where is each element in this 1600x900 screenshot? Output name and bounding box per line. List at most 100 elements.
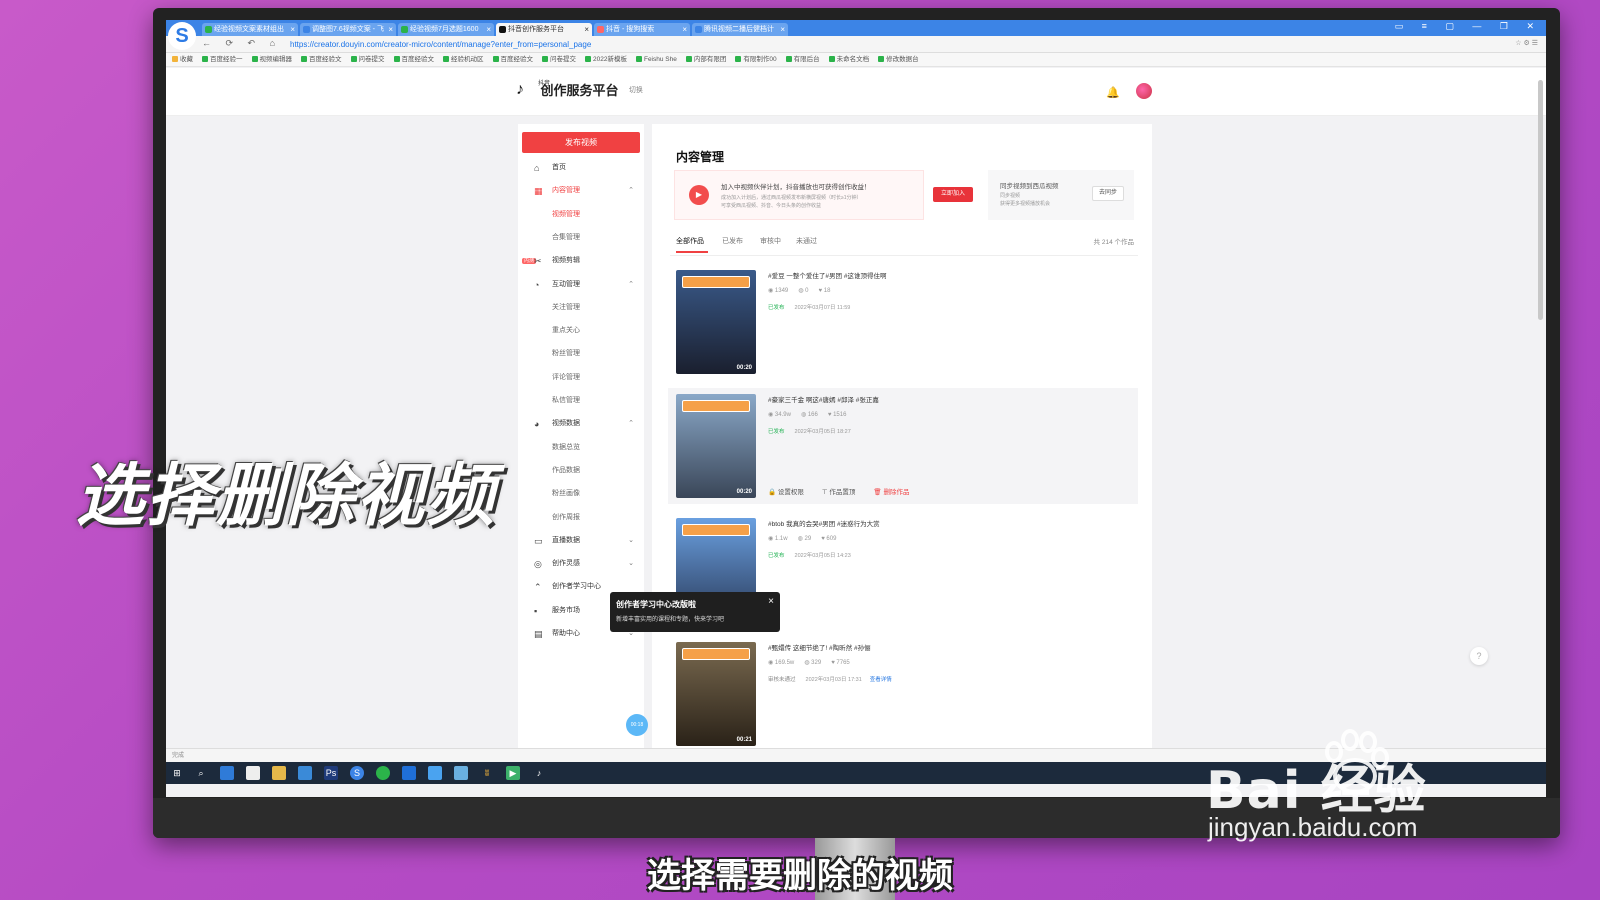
video-thumbnail[interactable]: 00:21	[676, 642, 756, 746]
sidebar-subitem[interactable]: 视频管理	[552, 208, 580, 222]
douyin-icon[interactable]: ♪	[532, 766, 546, 780]
browser-icon[interactable]	[298, 766, 312, 780]
chevron-up-icon[interactable]: ⌃	[628, 183, 634, 199]
pin-work-button[interactable]: ⊤ 作品置顶	[822, 489, 855, 496]
sidebar-subitem[interactable]: 粉丝管理	[552, 347, 580, 361]
browser-tab[interactable]: 腾讯视频二播后健档计 ×	[692, 23, 788, 36]
app-icon[interactable]	[454, 766, 468, 780]
bookmark-item[interactable]: 视频编辑器	[251, 53, 292, 66]
taskview-icon[interactable]	[220, 766, 234, 780]
toolbar-icons[interactable]: ☆ ⚙ ☰	[1515, 39, 1538, 47]
bookmark-item[interactable]: 百度经验一	[202, 53, 243, 66]
chevron-up-icon[interactable]: ⌃	[628, 416, 634, 432]
sidebar-subitem[interactable]: 作品数据	[552, 464, 580, 478]
search-icon[interactable]: ⌕	[194, 766, 208, 780]
bookmark-item[interactable]: 2022新模板	[585, 53, 627, 66]
tab-reviewing[interactable]: 审核中	[760, 236, 781, 246]
sogou-browser-icon[interactable]: S	[350, 766, 364, 780]
tab-close-icon[interactable]: ×	[682, 23, 687, 36]
bell-icon[interactable]: 🔔	[1106, 86, 1120, 99]
view-details-link[interactable]: 查看详情	[870, 677, 892, 683]
bookmark-item[interactable]: 百度经验文	[492, 53, 533, 66]
lark-icon[interactable]: ʬ	[480, 766, 494, 780]
video-title[interactable]: #btob 我真的会哭#男团 #迷惑行为大赏	[768, 518, 880, 528]
delete-work-button[interactable]: 🗑 删除作品	[873, 489, 909, 496]
nav-buttons[interactable]: ← ⟳ ↶ ⌂	[202, 38, 281, 49]
sidebar-item[interactable]: ◕ 视频数据 ⌃	[518, 416, 644, 432]
set-permission-button[interactable]: 🔒 设置权限	[768, 489, 804, 496]
publish-video-button[interactable]: 发布视频	[522, 132, 640, 153]
tab-all-works[interactable]: 全部作品	[676, 236, 704, 246]
sidebar-subitem[interactable]: 关注管理	[552, 301, 580, 315]
sidebar-subitem[interactable]: 私信管理	[552, 394, 580, 408]
tab-close-icon[interactable]: ×	[388, 23, 393, 36]
bookmark-item[interactable]: 未命名文档	[828, 53, 869, 66]
sidebar-item[interactable]: ✂ 视频剪辑 内测	[518, 253, 644, 269]
sidebar-subitem[interactable]: 评论管理	[552, 371, 580, 385]
go-sync-button[interactable]: 去同步	[1092, 186, 1124, 201]
close-icon[interactable]: ×	[768, 596, 774, 607]
video-thumbnail[interactable]: 00:20	[676, 394, 756, 498]
sidebar-item[interactable]: ▭ 直播数据 ⌄	[518, 533, 644, 549]
photoshop-icon[interactable]: Ps	[324, 766, 338, 780]
bookmark-item[interactable]: 内部有限团	[685, 53, 726, 66]
bookmark-item[interactable]: Feishu She	[635, 53, 677, 66]
video-thumbnail[interactable]: 00:20	[676, 270, 756, 374]
page-scrollbar[interactable]	[1538, 80, 1543, 320]
video-row[interactable]: 00:20 #爱豆 一整个爱住了#男团 #这谁顶得住啊 ◉ 1349 ◍ 0 ♥ 18 已…	[668, 264, 1138, 380]
join-now-button[interactable]: 立即加入	[933, 187, 973, 202]
sidebar-subitem[interactable]: 数据总览	[552, 441, 580, 455]
browser-tab[interactable]: 抖音 - 搜狗搜索 ×	[594, 23, 690, 36]
bookmark-item[interactable]: 有限制作00	[735, 53, 777, 66]
platform-switch[interactable]: 切换	[629, 87, 643, 94]
chevron-down-icon[interactable]: ⌄	[628, 556, 634, 572]
browser-tab[interactable]: 调整图7.6视频文案 - 飞 ×	[300, 23, 396, 36]
sidebar-item[interactable]: ◎ 创作灵感 ⌄	[518, 556, 644, 572]
bookmark-item[interactable]: 问卷提交	[350, 53, 385, 66]
video-title[interactable]: #爱豆 一整个爱住了#男团 #这谁顶得住啊	[768, 270, 886, 280]
url-input[interactable]: https://creator.douyin.com/creator-micro…	[290, 39, 930, 51]
file-icon[interactable]	[246, 766, 260, 780]
start-icon[interactable]: ⊞	[170, 766, 184, 780]
sidebar-item[interactable]: ◔ 互动管理 ⌃	[518, 277, 644, 293]
browser-logo-icon[interactable]: S	[168, 22, 196, 50]
bookmark-item[interactable]: 经验机动区	[443, 53, 484, 66]
bookmark-item[interactable]: 收藏	[172, 53, 193, 66]
float-badge[interactable]: 00:18	[626, 714, 648, 736]
bookmark-item[interactable]: 修改数据台	[878, 53, 919, 66]
bookmark-item[interactable]: 问卷提交	[542, 53, 576, 66]
bookmark-item[interactable]: 有限后台	[785, 53, 820, 66]
douyin-logo[interactable]: ♪ 抖音 创作服务平台 切换	[516, 80, 643, 99]
sidebar-item[interactable]: ▦ 内容管理 ⌃	[518, 183, 644, 199]
browser-tab[interactable]: 经验视频7月选题1600 ×	[398, 23, 494, 36]
video-title[interactable]: #豪家三千金 啊这#唐嫣 #邱泽 #张正嘉	[768, 394, 879, 404]
tab-close-icon[interactable]: ×	[290, 23, 295, 36]
avatar[interactable]	[1136, 83, 1152, 99]
help-icon[interactable]: ?	[1470, 647, 1488, 665]
bookmark-item[interactable]: 百度经验文	[393, 53, 434, 66]
browser-tab-active[interactable]: 抖音创作服务平台 ×	[496, 23, 592, 36]
video-row[interactable]: 00:20 #豪家三千金 啊这#唐嫣 #邱泽 #张正嘉 ◉ 34.9w ◍ 166 ♥ …	[668, 388, 1138, 504]
tab-close-icon[interactable]: ×	[486, 23, 491, 36]
sidebar-subitem[interactable]: 重点关心	[552, 324, 580, 338]
browser-tab[interactable]: 经验视频文案素材组出 ×	[202, 23, 298, 36]
sidebar-subitem[interactable]: 粉丝画像	[552, 487, 580, 501]
sidebar-item[interactable]: ⌂ 首页	[518, 160, 644, 176]
player-icon[interactable]: ▶	[506, 766, 520, 780]
bookmark-item[interactable]: 百度经验文	[301, 53, 342, 66]
app-icon[interactable]	[428, 766, 442, 780]
wechat-icon[interactable]	[376, 766, 390, 780]
window-controls[interactable]: ▭ ≡ ▢ — ❐ ✕	[1395, 21, 1542, 32]
sidebar-subitem[interactable]: 创作周报	[552, 511, 580, 525]
edge-icon[interactable]	[402, 766, 416, 780]
video-row[interactable]: 00:21 #甄嬛传 这细节绝了! #陶昕然 #孙俪 ◉ 169.5w ◍ 329 ♥ …	[668, 636, 1138, 752]
tab-close-icon[interactable]: ×	[584, 23, 589, 36]
video-title[interactable]: #甄嬛传 这细节绝了! #陶昕然 #孙俪	[768, 642, 871, 652]
tab-close-icon[interactable]: ×	[780, 23, 785, 36]
chevron-down-icon[interactable]: ⌄	[628, 533, 634, 549]
tab-published[interactable]: 已发布	[722, 236, 743, 246]
chevron-up-icon[interactable]: ⌃	[628, 277, 634, 293]
folder-icon[interactable]	[272, 766, 286, 780]
tab-rejected[interactable]: 未通过	[796, 236, 817, 246]
sidebar-subitem[interactable]: 合集管理	[552, 231, 580, 245]
